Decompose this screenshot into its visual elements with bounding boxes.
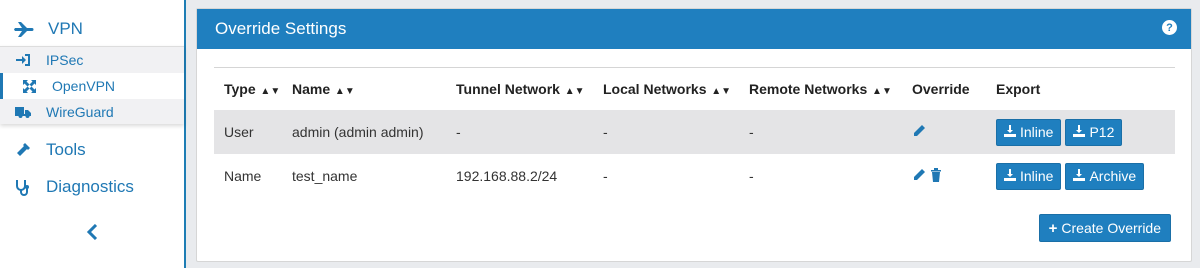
sort-icon: ▲▼ [561,86,585,97]
plane-icon [0,21,48,37]
override-settings-panel: Override Settings ? Type ▲▼ Name ▲▼ Tunn… [196,8,1192,262]
create-override-button[interactable]: + Create Override [1038,214,1171,242]
cell-override [902,154,986,198]
trash-icon[interactable] [930,167,942,185]
sidebar-item-label: Diagnostics [46,177,134,196]
chevron-left-icon [86,224,98,240]
cell-local-networks: - [603,168,608,184]
cell-remote-networks: - [739,110,902,154]
column-header-tunnel-network[interactable]: Tunnel Network ▲▼ [446,68,593,110]
sidebar: VPN IPSec OpenVPN WireGuard Tools Diagno… [0,0,186,268]
cell-tunnel-network: - [446,110,593,154]
arrows-icon [6,79,52,93]
sidebar-item-tools[interactable]: Tools [0,133,184,167]
submenu-item-label: WireGuard [46,104,114,120]
table-row[interactable]: Name test_name 192.168.88.2/24 - - Inlin… [214,154,1175,198]
column-header-export: Export [996,81,1041,97]
overrides-table-wrap: Type ▲▼ Name ▲▼ Tunnel Network ▲▼ Local … [214,67,1175,198]
export-p12-button[interactable]: P12 [1065,118,1123,146]
sort-icon: ▲▼ [708,86,732,97]
cell-override [902,110,986,154]
export-archive-button[interactable]: Archive [1065,162,1145,190]
cell-name: test_name [292,168,358,184]
export-inline-button[interactable]: Inline [996,162,1062,190]
sort-icon: ▲▼ [332,86,355,97]
plus-icon: + [1048,219,1058,237]
column-header-override: Override [912,81,970,97]
column-header-name[interactable]: Name ▲▼ [282,68,446,110]
panel-title: Override Settings [215,19,347,38]
overrides-table: Type ▲▼ Name ▲▼ Tunnel Network ▲▼ Local … [214,68,1175,198]
wrench-icon [0,142,46,158]
submenu-item-wireguard[interactable]: WireGuard [0,99,184,125]
table-header-row: Type ▲▼ Name ▲▼ Tunnel Network ▲▼ Local … [214,68,1175,110]
pencil-icon[interactable] [912,124,926,141]
submenu-item-openvpn[interactable]: OpenVPN [0,73,184,99]
download-icon [1073,168,1086,184]
sort-icon: ▲▼ [257,86,281,97]
sidebar-item-label: VPN [48,19,83,38]
download-icon [1004,124,1016,140]
submenu-item-ipsec[interactable]: IPSec [0,47,184,73]
cell-remote-networks: - [749,168,754,184]
sort-icon: ▲▼ [869,86,892,97]
table-row[interactable]: User admin (admin admin) - - - Inline P12 [214,110,1175,154]
sidebar-item-label: Tools [46,140,86,159]
sign-in-icon [0,54,46,66]
stethoscope-icon [0,179,46,196]
column-header-remote-networks[interactable]: Remote Networks ▲▼ [739,68,902,110]
truck-icon [0,106,46,118]
sidebar-item-diagnostics[interactable]: Diagnostics [0,170,184,204]
download-icon [1004,168,1016,184]
cell-tunnel-network: 192.168.88.2/24 [456,168,558,184]
download-icon [1073,124,1086,140]
collapse-sidebar-button[interactable] [80,220,104,244]
help-icon[interactable]: ? [1162,20,1177,35]
cell-type: User [214,110,282,154]
submenu-item-label: OpenVPN [52,78,116,94]
sidebar-item-vpn[interactable]: VPN [0,12,184,46]
column-header-type[interactable]: Type ▲▼ [214,68,282,110]
cell-local-networks: - [593,110,739,154]
cell-export: Inline Archive [986,154,1175,198]
vpn-submenu: IPSec OpenVPN WireGuard [0,46,184,124]
column-header-local-networks[interactable]: Local Networks ▲▼ [593,68,739,110]
cell-name: admin (admin admin) [282,110,446,154]
cell-type: Name [224,168,262,184]
cell-export: Inline P12 [986,110,1175,154]
submenu-item-label: IPSec [46,52,84,68]
panel-header: Override Settings ? [197,9,1191,49]
export-inline-button[interactable]: Inline [996,118,1062,146]
pencil-icon[interactable] [912,168,930,185]
